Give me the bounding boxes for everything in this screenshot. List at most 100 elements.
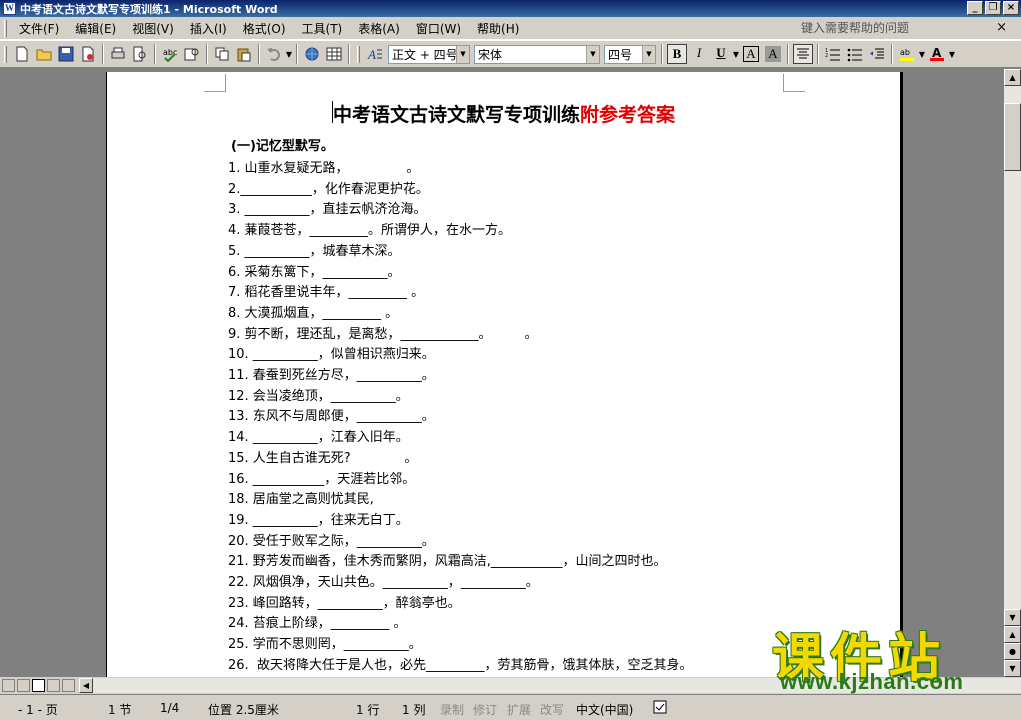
outline-view-button[interactable] xyxy=(47,679,60,692)
exercise-line[interactable]: 5. __________，城春草木深。 xyxy=(228,240,401,259)
exercise-line[interactable]: 16. ___________，天涯若比邻。 xyxy=(228,468,415,487)
menu-window[interactable]: 窗口(W) xyxy=(408,20,469,37)
copy-icon[interactable] xyxy=(212,44,232,64)
section-heading[interactable]: (一)记忆型默写。 xyxy=(231,135,334,154)
help-question-input[interactable]: 键入需要帮助的问题 xyxy=(797,19,987,37)
paste-icon[interactable] xyxy=(234,44,254,64)
exercise-line[interactable]: 22. 风烟俱净，天山共色。__________，__________。 xyxy=(228,571,539,590)
font-select[interactable]: 宋体 ▼ xyxy=(474,44,600,64)
menu-format[interactable]: 格式(O) xyxy=(235,20,294,37)
document-title[interactable]: 中考语文古诗文默写专项训练附参考答案 xyxy=(333,100,675,127)
close-window-button[interactable]: × xyxy=(1003,1,1019,15)
research-icon[interactable] xyxy=(182,44,202,64)
browse-object-icon[interactable]: ● xyxy=(1004,643,1021,660)
minimize-button[interactable]: _ xyxy=(967,1,983,15)
underline-button[interactable]: U xyxy=(711,44,731,64)
undo-dropdown-icon[interactable]: ▼ xyxy=(285,50,293,59)
font-size-dropdown-icon[interactable]: ▼ xyxy=(642,45,655,63)
document-page[interactable]: 中考语文古诗文默写专项训练附参考答案 (一)记忆型默写。 1. 山重水复疑无路，… xyxy=(106,72,903,677)
menu-table[interactable]: 表格(A) xyxy=(350,20,408,37)
font-color-dropdown-icon[interactable]: ▼ xyxy=(948,50,956,59)
character-border-button[interactable]: A xyxy=(743,46,759,62)
exercise-line[interactable]: 24. 苔痕上阶绿，_________ 。 xyxy=(228,612,406,631)
status-record[interactable]: 录制 xyxy=(440,701,464,718)
exercise-line[interactable]: 9. 剪不断，理还乱，是离愁，____________。 。 xyxy=(228,323,538,342)
reading-layout-view-button[interactable] xyxy=(62,679,75,692)
font-color-icon[interactable]: A xyxy=(927,44,947,64)
exercise-line[interactable]: 7. 稻花香里说丰年，_________ 。 xyxy=(228,281,424,300)
hyperlink-icon[interactable] xyxy=(302,44,322,64)
scroll-up-icon[interactable]: ▲ xyxy=(1004,69,1021,86)
scroll-down-icon[interactable]: ▼ xyxy=(1004,609,1021,626)
highlight-icon[interactable]: ab xyxy=(897,44,917,64)
bullets-icon[interactable] xyxy=(845,44,865,64)
menu-insert[interactable]: 插入(I) xyxy=(182,20,235,37)
spelling-status-icon[interactable] xyxy=(652,699,668,718)
open-folder-icon[interactable] xyxy=(34,44,54,64)
status-extend[interactable]: 扩展 xyxy=(507,701,531,718)
toolbar-grip[interactable] xyxy=(4,45,7,63)
italic-button[interactable]: I xyxy=(689,44,709,64)
styles-formatting-icon[interactable]: A xyxy=(365,44,385,64)
numbering-icon[interactable]: 12 xyxy=(823,44,843,64)
exercise-line[interactable]: 14. __________，江春入旧年。 xyxy=(228,426,409,445)
word-app-icon[interactable]: W xyxy=(3,2,16,15)
previous-page-icon[interactable]: ▲ xyxy=(1004,626,1021,643)
exercise-line[interactable]: 3. __________，直挂云帆济沧海。 xyxy=(228,198,427,217)
font-size-select[interactable]: 四号 ▼ xyxy=(604,44,656,64)
exercise-line[interactable]: 1. 山重水复疑无路， 。 xyxy=(228,157,419,176)
exercise-line[interactable]: 26. 故天将降大任于是人也，必先_________，劳其筋骨，饿其体肤，空乏其… xyxy=(228,654,692,673)
exercise-line[interactable]: 8. 大漠孤烟直，_________ 。 xyxy=(228,302,398,321)
font-dropdown-icon[interactable]: ▼ xyxy=(586,45,599,63)
next-page-icon[interactable]: ▼ xyxy=(1004,660,1021,677)
undo-icon[interactable] xyxy=(264,44,284,64)
underline-dropdown-icon[interactable]: ▼ xyxy=(732,50,740,59)
print-icon[interactable] xyxy=(108,44,128,64)
exercise-line[interactable]: 11. 春蚕到死丝方尽，__________。 xyxy=(228,364,435,383)
exercise-line[interactable]: 23. 峰回路转，__________，醉翁亭也。 xyxy=(228,592,461,611)
exercise-line[interactable]: 15. 人生自古谁无死? 。 xyxy=(228,447,417,466)
toolbar-grip[interactable] xyxy=(357,45,360,63)
exercise-line[interactable]: 25. 学而不思则罔，__________。 xyxy=(228,633,422,652)
status-track-changes[interactable]: 修订 xyxy=(473,701,497,718)
menu-edit[interactable]: 编辑(E) xyxy=(67,20,124,37)
status-overtype[interactable]: 改写 xyxy=(540,701,564,718)
exercise-line[interactable]: 10. __________，似曾相识燕归来。 xyxy=(228,343,435,362)
exercise-line[interactable]: 4. 蒹葭苍苍，_________。所谓伊人，在水一方。 xyxy=(228,219,511,238)
style-dropdown-icon[interactable]: ▼ xyxy=(456,45,469,63)
exercise-line[interactable]: 20. 受任于败军之际，__________。 xyxy=(228,530,435,549)
web-layout-view-button[interactable] xyxy=(17,679,30,692)
menu-tools[interactable]: 工具(T) xyxy=(294,20,351,37)
restore-button[interactable]: ❐ xyxy=(985,1,1001,15)
exercise-line[interactable]: 2.___________，化作春泥更护花。 xyxy=(228,178,429,197)
menu-help[interactable]: 帮助(H) xyxy=(469,20,527,37)
scroll-left-icon[interactable]: ◀ xyxy=(79,678,93,693)
permission-icon[interactable] xyxy=(78,44,98,64)
align-center-button[interactable] xyxy=(793,44,813,64)
menu-grip[interactable] xyxy=(4,19,7,37)
exercise-line[interactable]: 12. 会当凌绝顶，__________。 xyxy=(228,385,409,404)
menu-view[interactable]: 视图(V) xyxy=(124,20,182,37)
exercise-line[interactable]: 6. 采菊东篱下，__________。 xyxy=(228,261,401,280)
close-document-icon[interactable]: × xyxy=(996,20,1007,35)
tables-borders-icon[interactable] xyxy=(324,44,344,64)
style-select[interactable]: 正文 + 四号 ▼ xyxy=(388,44,470,64)
scroll-thumb[interactable] xyxy=(1004,103,1021,171)
document-area[interactable]: 中考语文古诗文默写专项训练附参考答案 (一)记忆型默写。 1. 山重水复疑无路，… xyxy=(0,69,1004,677)
spelling-icon[interactable]: abc xyxy=(160,44,180,64)
print-preview-icon[interactable] xyxy=(130,44,150,64)
save-icon[interactable] xyxy=(56,44,76,64)
exercise-line[interactable]: 13. 东风不与周郎便，__________。 xyxy=(228,405,435,424)
bold-button[interactable]: B xyxy=(667,44,687,64)
new-document-icon[interactable] xyxy=(12,44,32,64)
normal-view-button[interactable] xyxy=(2,679,15,692)
highlight-dropdown-icon[interactable]: ▼ xyxy=(918,50,926,59)
decrease-indent-icon[interactable] xyxy=(867,44,887,64)
exercise-line[interactable]: 21. 野芳发而幽香，佳木秀而繁阴，风霜高洁,___________，山间之四时… xyxy=(228,550,666,569)
exercise-line[interactable]: 18. 居庙堂之高则忧其民, xyxy=(228,488,374,507)
print-layout-view-button[interactable] xyxy=(32,679,45,692)
exercise-line[interactable]: 19. __________，往来无白丁。 xyxy=(228,509,409,528)
vertical-scrollbar[interactable]: ▲ ▼ ▲ ● ▼ xyxy=(1004,69,1021,677)
menu-file[interactable]: 文件(F) xyxy=(11,20,67,37)
character-shading-button[interactable]: A xyxy=(765,46,781,62)
